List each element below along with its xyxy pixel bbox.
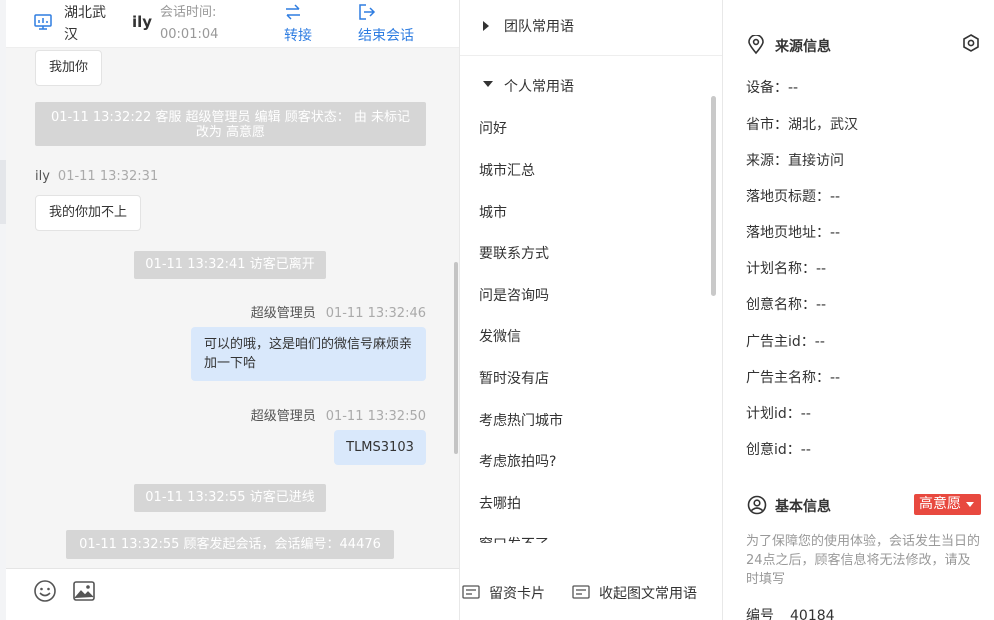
quick-phrases-panel: 团队常用语 个人常用语 问好 城市汇总 城市 要联系方式 问是咨询吗 发微信 暂… <box>459 0 723 620</box>
monitor-icon <box>34 14 52 30</box>
message-time: 01-11 13:32:50 <box>325 409 426 424</box>
lead-card-button[interactable]: 留资卡片 <box>462 583 562 605</box>
info-landing-title: 落地页标题：-- <box>746 189 841 205</box>
id-label: 编号 <box>746 608 774 620</box>
phrase-item[interactable]: 要联系方式 <box>479 243 549 263</box>
session-time-value: 00:01:04 <box>160 27 219 42</box>
info-creative-name: 创意名称：-- <box>746 297 827 313</box>
sender-name: 超级管理员 <box>250 409 316 424</box>
team-phrases-group[interactable]: 团队常用语 <box>460 6 722 56</box>
exit-icon <box>359 4 376 20</box>
visitor-message: 我的你加不上 <box>35 195 142 231</box>
visitor-message: 我加你 <box>35 50 103 86</box>
info-device: 设备：-- <box>746 80 799 96</box>
info-creative-id: 创意id：-- <box>746 442 811 458</box>
phrase-item[interactable]: 城市 <box>479 202 507 222</box>
message-time: 01-11 13:32:46 <box>325 306 426 321</box>
customer-info-panel: 来源信息 设备：-- 省市：湖北，武汉 来源：直接访问 落地页标题：-- 落地页… <box>723 0 994 620</box>
message-time: 01-11 13:32:31 <box>57 169 159 184</box>
location-pin-icon <box>748 35 764 55</box>
phrase-item[interactable]: 发微信 <box>479 326 521 346</box>
phrase-item[interactable]: 去哪拍 <box>479 493 521 513</box>
phrase-item[interactable]: 问好 <box>479 118 507 138</box>
collapse-phrases-label: 收起图文常用语 <box>599 586 697 602</box>
list-icon <box>572 585 590 599</box>
phrase-item[interactable]: 考虑热门城市 <box>479 410 563 430</box>
system-message: 01-11 13:32:55 顾客发起会话，会话编号：44476 <box>66 530 394 559</box>
intent-status-dropdown[interactable]: 高意愿 <box>914 494 981 515</box>
visitor-location: 湖北武汉 <box>64 5 106 43</box>
chat-scrollbar[interactable] <box>454 262 458 454</box>
phrase-scrollbar[interactable] <box>711 96 716 296</box>
system-message: 01-11 13:32:55 访客已进线 <box>134 484 326 512</box>
transfer-button[interactable]: 转接 <box>282 0 322 48</box>
info-source: 来源：直接访问 <box>746 153 844 169</box>
info-advertiser-id: 广告主id：-- <box>746 334 825 350</box>
settings-icon[interactable] <box>961 33 981 53</box>
info-province-city: 省市：湖北，武汉 <box>746 117 858 133</box>
agent-message: 可以的哦，这是咱们的微信号麻烦亲加一下哈 <box>191 327 426 381</box>
phrase-item[interactable]: 问是咨询吗 <box>479 285 549 305</box>
card-icon <box>462 585 480 599</box>
agent-message: TLMS3103 <box>334 430 426 465</box>
transfer-icon <box>286 4 300 20</box>
source-info-label: 来源信息 <box>775 39 831 55</box>
system-message: 01-11 13:32:41 访客已离开 <box>134 251 326 279</box>
info-plan-id: 计划id：-- <box>746 406 811 422</box>
source-info-title: 来源信息 <box>747 35 897 55</box>
collapse-phrases-button[interactable]: 收起图文常用语 <box>572 583 712 605</box>
end-session-button[interactable]: 结束会话 <box>356 0 424 48</box>
end-session-label: 结束会话 <box>358 28 414 44</box>
visitor-name: ily <box>132 13 153 31</box>
edit-notice: 为了保障您的使用体验，会话发生当日的24点之后，顾客信息将无法修改，请及时填写 <box>746 534 981 587</box>
intent-status-label: 高意愿 <box>919 496 961 512</box>
info-advertiser-name: 广告主名称：-- <box>746 370 841 386</box>
agent-meta: 超级管理员 01-11 13:32:46 <box>251 302 426 321</box>
session-time-label: 会话时间: <box>160 5 217 20</box>
info-landing-url: 落地页地址：-- <box>746 225 841 241</box>
chat-input-toolbar <box>6 568 459 620</box>
caret-right-icon <box>483 21 489 31</box>
phrase-item[interactable]: 窗口发不了 <box>479 534 549 543</box>
phrase-item[interactable]: 暂时没有店 <box>479 368 549 388</box>
sender-name: 超级管理员 <box>250 306 316 321</box>
caret-down-icon <box>483 81 493 87</box>
phrase-list: 问好 城市汇总 城市 要联系方式 问是咨询吗 发微信 暂时没有店 考虑热门城市 … <box>460 100 710 543</box>
chat-header: 湖北武汉 ily 会话时间: 00:01:04 转接 结束会话 <box>6 0 459 48</box>
visitor-meta: ily 01-11 13:32:31 <box>35 169 158 184</box>
caret-down-icon <box>966 502 974 507</box>
image-icon[interactable] <box>72 579 96 603</box>
emoji-icon[interactable] <box>33 579 57 603</box>
sender-name: ily <box>35 169 50 184</box>
team-phrases-label: 团队常用语 <box>504 19 574 35</box>
chat-panel: 湖北武汉 ily 会话时间: 00:01:04 转接 结束会话 我加你 01-1… <box>6 0 459 620</box>
basic-info-label: 基本信息 <box>775 499 831 515</box>
phrase-item[interactable]: 城市汇总 <box>479 160 535 180</box>
transfer-label: 转接 <box>284 28 312 44</box>
personal-phrases-label: 个人常用语 <box>504 79 574 95</box>
lead-card-label: 留资卡片 <box>489 586 545 602</box>
id-value: 40184 <box>790 608 835 620</box>
phrase-footer: 留资卡片 收起图文常用语 <box>460 568 722 620</box>
agent-meta: 超级管理员 01-11 13:32:50 <box>251 405 426 424</box>
phrase-item[interactable]: 考虑旅拍吗? <box>479 451 556 471</box>
info-plan-name: 计划名称：-- <box>746 261 827 277</box>
customer-id-row: 编号 40184 <box>746 605 835 620</box>
system-message: 01-11 13:32:22 客服 超级管理员 编辑 顾客状态： 由 未标记 改… <box>35 102 426 146</box>
basic-info-title: 基本信息 <box>747 495 897 515</box>
user-icon <box>747 495 767 515</box>
